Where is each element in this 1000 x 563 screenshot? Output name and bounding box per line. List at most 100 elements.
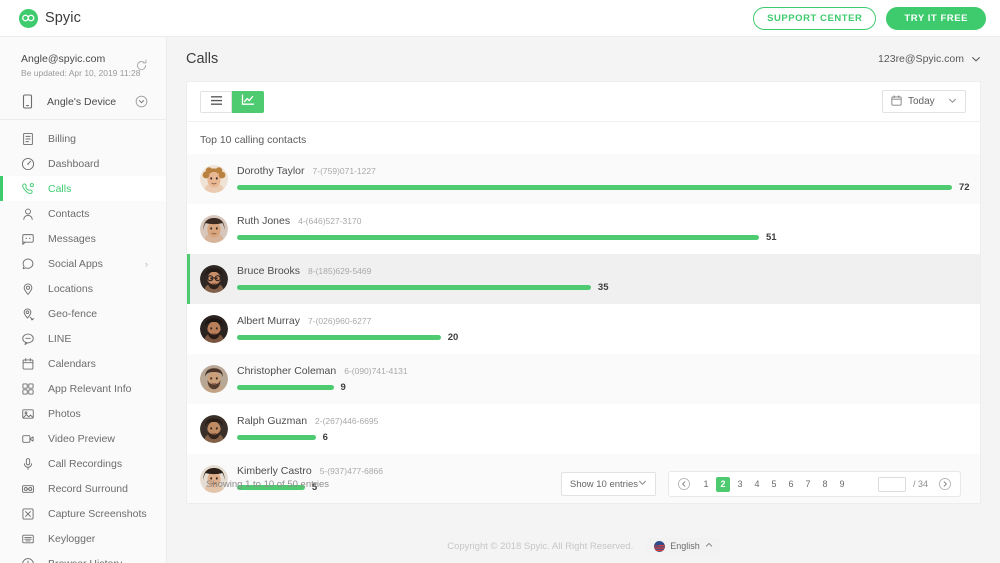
social-apps-icon (21, 257, 35, 271)
sidebar-item-keylogger[interactable]: Keylogger (0, 526, 166, 551)
sidebar-item-dashboard[interactable]: Dashboard (0, 151, 166, 176)
contact-phone: 2-(267)446-6695 (315, 416, 379, 426)
calendars-icon (21, 357, 35, 371)
chart-bar-row[interactable]: Dorothy Taylor 7-(759)071-1227 72 (187, 154, 980, 204)
pagination-prev-button[interactable] (676, 476, 692, 492)
bar-body: Christopher Coleman 6-(090)741-4131 9 (237, 365, 980, 393)
contact-name: Bruce Brooks (237, 265, 301, 277)
bar-track: 6 (237, 432, 980, 443)
sidebar-item-record-surround[interactable]: Record Surround (0, 476, 166, 501)
bar-meta: Christopher Coleman 6-(090)741-4131 (237, 365, 980, 377)
sidebar-item-social-apps[interactable]: Social Apps › (0, 251, 166, 276)
sidebar-item-billing[interactable]: Billing (0, 126, 166, 151)
top-bar-actions: SUPPORT CENTER TRY IT FREE (753, 6, 986, 30)
locations-icon (21, 282, 35, 296)
date-filter-select[interactable]: Today (882, 90, 966, 113)
sidebar-item-photos[interactable]: Photos (0, 401, 166, 426)
sidebar-item-geo-fence[interactable]: Geo-fence (0, 301, 166, 326)
app-relevant-info-icon (21, 382, 35, 396)
chart-bar-row[interactable]: Bruce Brooks 8-(185)629-5469 35 (187, 254, 980, 304)
capture-screenshots-icon (21, 507, 35, 521)
contact-name: Dorothy Taylor (237, 165, 305, 177)
avatar-bruce-brooks (200, 265, 228, 293)
sidebar-item-label: Locations (48, 282, 93, 295)
sidebar-item-contacts[interactable]: Contacts (0, 201, 166, 226)
chevron-down-icon (638, 478, 647, 490)
page-jump-input[interactable] (877, 476, 906, 492)
pagination-next-button[interactable] (937, 476, 953, 492)
sidebar-item-video-preview[interactable]: Video Preview (0, 426, 166, 451)
sidebar-item-label: Calendars (48, 357, 96, 370)
sidebar-item-locations[interactable]: Locations (0, 276, 166, 301)
sidebar-item-calendars[interactable]: Calendars (0, 351, 166, 376)
bar-track: 9 (237, 382, 980, 393)
brand-name: Spyic (45, 10, 81, 26)
pagination-page-3[interactable]: 3 (733, 477, 747, 492)
user-email: 123re@Spyic.com (878, 53, 964, 65)
pagination-page-5[interactable]: 5 (767, 477, 781, 492)
pagination-page-9[interactable]: 9 (835, 477, 849, 492)
chart-bar-row[interactable]: Ruth Jones 4-(646)527-3170 51 (187, 204, 980, 254)
geo-fence-icon (21, 307, 35, 321)
sidebar-item-messages[interactable]: Messages (0, 226, 166, 251)
pagination-page-2[interactable]: 2 (715, 476, 730, 492)
pagination-page-8[interactable]: 8 (818, 477, 832, 492)
pagination-page-4[interactable]: 4 (750, 477, 764, 492)
language-selector[interactable]: English (647, 537, 720, 555)
device-selector[interactable]: Angle's Device (21, 94, 152, 109)
support-center-button[interactable]: SUPPORT CENTER (753, 6, 877, 30)
sidebar-item-app-relevant-info[interactable]: App Relevant Info (0, 376, 166, 401)
sidebar-item-label: Calls (48, 182, 72, 195)
sidebar: Angle@spyic.com Be updated: Apr 10, 2019… (0, 37, 167, 563)
chart-bar-row[interactable]: Ralph Guzman 2-(267)446-6695 6 (187, 404, 980, 454)
chevron-right-icon: › (145, 258, 148, 269)
app-root: Spyic SUPPORT CENTER TRY IT FREE Angle@s… (0, 0, 1000, 563)
contact-name: Christopher Coleman (237, 365, 337, 377)
list-view-button[interactable] (200, 90, 232, 113)
entries-per-page-label: Show 10 entries (569, 478, 638, 490)
bar-value: 51 (765, 232, 777, 243)
bar-meta: Ruth Jones 4-(646)527-3170 (237, 215, 980, 227)
photos-icon (21, 407, 35, 421)
entries-per-page-select[interactable]: Show 10 entries (560, 472, 656, 496)
contact-name: Ruth Jones (237, 215, 291, 227)
sidebar-item-browser-history[interactable]: Browser History (0, 551, 166, 563)
chart-bar-row[interactable]: Albert Murray 7-(026)960-6277 20 (187, 304, 980, 354)
chart-bar-row[interactable]: Christopher Coleman 6-(090)741-4131 9 (187, 354, 980, 404)
bar-body: Ralph Guzman 2-(267)446-6695 6 (237, 415, 980, 443)
user-menu[interactable]: 123re@Spyic.com (878, 53, 981, 65)
pagination-pages: 123456789 (699, 476, 849, 492)
calendar-icon (891, 94, 902, 109)
bar-body: Bruce Brooks 8-(185)629-5469 35 (237, 265, 980, 293)
chevron-down-icon (135, 95, 148, 108)
pagination-page-6[interactable]: 6 (784, 477, 798, 492)
pagination-page-1[interactable]: 1 (699, 477, 713, 492)
sidebar-item-label: Record Surround (48, 482, 128, 495)
chart-view-button[interactable] (232, 90, 264, 113)
copyright-text: Copyright © 2018 Spyic. All Right Reserv… (447, 540, 634, 552)
bar-body: Albert Murray 7-(026)960-6277 20 (237, 315, 980, 343)
sidebar-item-calls[interactable]: Calls (0, 176, 166, 201)
pagination: 123456789 / 34 (667, 471, 961, 497)
brand-logo[interactable]: Spyic (19, 8, 81, 28)
bar-track: 51 (237, 232, 980, 243)
page-title: Calls (186, 51, 219, 67)
view-toggle-group (200, 90, 264, 113)
page-header: Calls 123re@Spyic.com (167, 37, 1000, 81)
page-footer: Copyright © 2018 Spyic. All Right Reserv… (167, 529, 1000, 563)
entries-summary: Showing 1 to 10 of 50 entries (206, 478, 330, 490)
chevron-down-icon (948, 96, 957, 108)
contact-name: Albert Murray (237, 315, 301, 327)
bar-body: Dorothy Taylor 7-(759)071-1227 72 (237, 165, 980, 193)
keylogger-icon (21, 532, 35, 546)
bar-meta: Albert Murray 7-(026)960-6277 (237, 315, 980, 327)
calls-chart-card: Today Top 10 calling contacts Dorothy Ta… (186, 81, 981, 504)
refresh-icon[interactable] (135, 59, 148, 72)
sidebar-item-call-recordings[interactable]: Call Recordings (0, 451, 166, 476)
sidebar-item-line[interactable]: LINE (0, 326, 166, 351)
pagination-page-7[interactable]: 7 (801, 477, 815, 492)
device-name: Angle's Device (47, 95, 117, 108)
try-it-free-button[interactable]: TRY IT FREE (886, 6, 986, 30)
top-bar: Spyic SUPPORT CENTER TRY IT FREE (0, 0, 1000, 37)
sidebar-item-capture-screenshots[interactable]: Capture Screenshots (0, 501, 166, 526)
